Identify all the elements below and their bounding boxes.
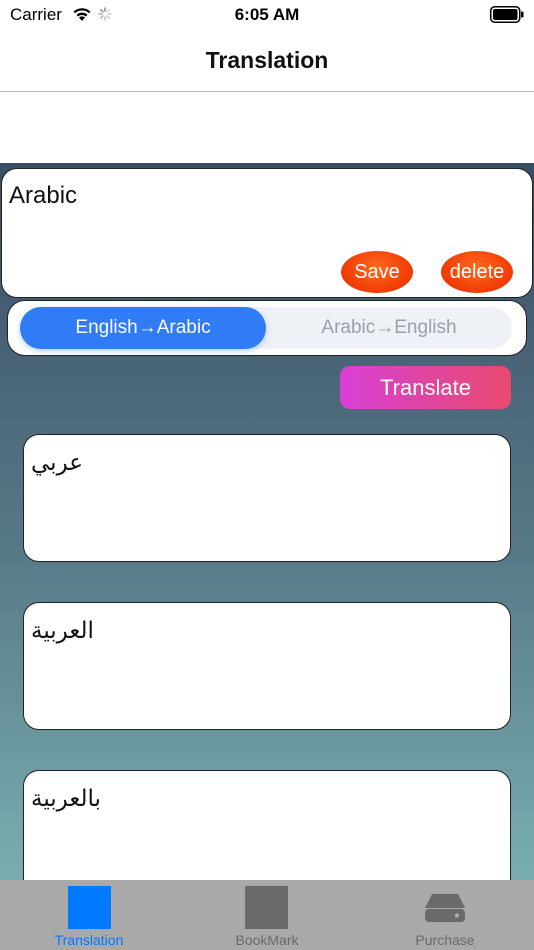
status-time: 6:05 AM bbox=[234, 5, 300, 24]
tab-purchase[interactable]: Purchase bbox=[356, 880, 534, 950]
drive-icon bbox=[425, 894, 465, 922]
tab-label: BookMark bbox=[235, 932, 299, 948]
square-icon bbox=[245, 886, 288, 929]
tab-label: Purchase bbox=[415, 932, 475, 948]
tab-translation[interactable]: Translation bbox=[0, 880, 178, 950]
save-button[interactable]: Save bbox=[341, 251, 413, 293]
segment-track: English→Arabic Arabic→English bbox=[20, 307, 512, 349]
result-box-2[interactable]: العربية bbox=[23, 602, 511, 730]
delete-button[interactable]: delete bbox=[441, 251, 513, 293]
source-text-value: Arabic bbox=[9, 182, 78, 209]
battery-icon bbox=[490, 6, 524, 23]
page-title: Translation bbox=[205, 47, 329, 73]
tab-bookmark[interactable]: BookMark bbox=[178, 880, 356, 950]
result-text: عربي bbox=[31, 449, 83, 475]
result-text: العربية bbox=[31, 617, 94, 643]
segment-english-to-arabic[interactable]: English→Arabic bbox=[20, 307, 266, 349]
status-bar: Carrier 6:05 AM bbox=[0, 0, 534, 30]
result-box-1[interactable]: عربي bbox=[23, 434, 511, 562]
square-icon bbox=[68, 886, 111, 929]
result-text: بالعربية bbox=[31, 785, 101, 811]
header-spacer bbox=[0, 93, 534, 163]
tab-bar: Translation BookMark Purchase bbox=[0, 880, 534, 950]
direction-segmented-control: English→Arabic Arabic→English bbox=[7, 300, 527, 356]
tab-label: Translation bbox=[54, 932, 124, 948]
main-content: Arabic Save delete English→Arabic Arabic… bbox=[0, 163, 534, 910]
segment-arabic-to-english[interactable]: Arabic→English bbox=[266, 307, 512, 349]
navigation-bar: Translation bbox=[0, 30, 534, 92]
translate-button[interactable]: Translate bbox=[340, 366, 511, 409]
source-text-input[interactable]: Arabic Save delete bbox=[1, 168, 533, 298]
